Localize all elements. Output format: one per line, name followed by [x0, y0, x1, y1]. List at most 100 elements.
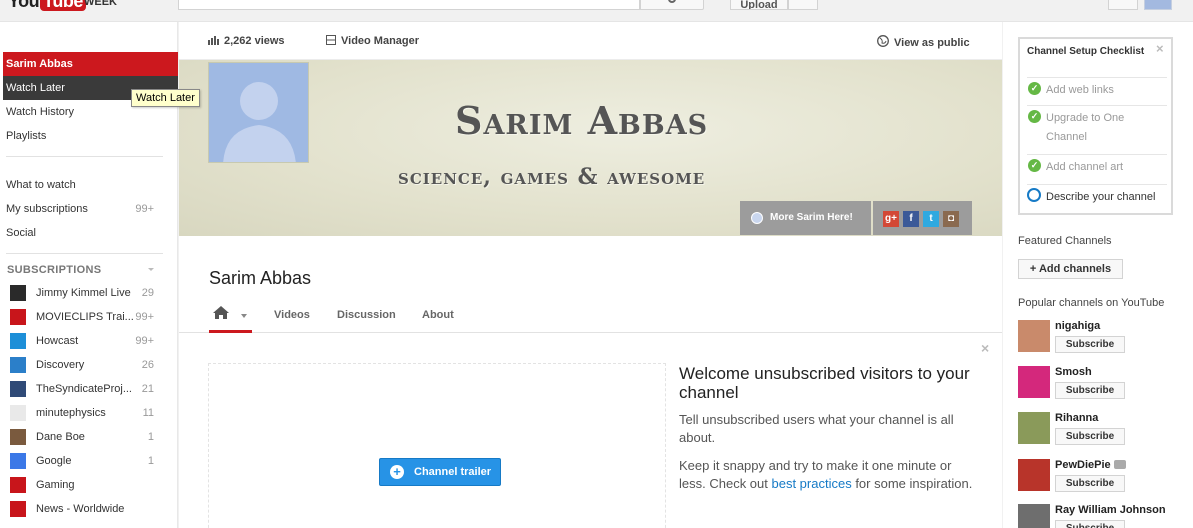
video-manager-icon	[326, 35, 336, 45]
channel-main: 2,262 views Video Manager View as public…	[179, 22, 1002, 528]
search-input[interactable]	[178, 0, 640, 10]
video-manager-link[interactable]: Video Manager	[326, 35, 419, 47]
subscription-item[interactable]: Google 1	[3, 449, 163, 473]
subscribe-button[interactable]: Subscribe	[1055, 336, 1125, 353]
checklist-item-one-channel[interactable]: ✓ Upgrade to One Channel	[1027, 105, 1167, 153]
channel-thumbnail	[10, 309, 26, 325]
checklist-item-web-links[interactable]: ✓ Add web links	[1027, 77, 1167, 104]
subscription-count: 1	[147, 455, 154, 467]
subscription-count: 99+	[135, 311, 154, 323]
subscription-item[interactable]: Dane Boe 1	[3, 425, 163, 449]
popular-channel-label: Ray William Johnson	[1055, 504, 1166, 516]
guide-divider	[6, 156, 163, 157]
checklist-item-describe[interactable]: Describe your channel	[1027, 184, 1167, 212]
subscribe-button[interactable]: Subscribe	[1055, 475, 1125, 492]
tab-discussion[interactable]: Discussion	[337, 309, 396, 321]
tab-home[interactable]	[209, 300, 252, 333]
banner-subtitle: science, games & awesome	[398, 164, 706, 190]
guide-item-playlists[interactable]: Playlists	[3, 124, 178, 148]
channel-avatar[interactable]	[208, 62, 309, 163]
guide-item-my-channel[interactable]: Sarim Abbas	[3, 52, 178, 76]
check-icon: ✓	[1028, 110, 1041, 123]
channel-thumbnail[interactable]	[1018, 320, 1050, 352]
best-practices-link[interactable]: best practices	[772, 476, 852, 491]
popular-channel: PewDiePie Subscribe	[1018, 459, 1193, 499]
upload-menu-button[interactable]	[788, 0, 818, 10]
chevron-down-icon[interactable]	[241, 314, 247, 318]
social-links: g+ f t ◘	[873, 201, 972, 235]
subscription-item[interactable]: Howcast 99+	[3, 329, 163, 353]
add-channels-button[interactable]: + Add channels	[1018, 259, 1123, 279]
popular-channel-name[interactable]: Ray William Johnson	[1055, 504, 1166, 516]
logo-tag: WEEK	[84, 0, 117, 8]
right-sidebar: Channel Setup Checklist × ✓ Add web links…	[1003, 22, 1193, 528]
subscription-item[interactable]: MOVIECLIPS Trai... 99+	[3, 305, 163, 329]
guide-item-what-to-watch[interactable]: What to watch	[3, 173, 178, 197]
popular-channel-name[interactable]: Rihanna	[1055, 412, 1098, 424]
subscription-item[interactable]: News - Worldwide	[3, 497, 163, 521]
close-icon[interactable]: ×	[1156, 41, 1164, 56]
chevron-down-icon[interactable]	[148, 268, 154, 271]
notifications-button[interactable]	[1108, 0, 1138, 10]
channel-trailer-button[interactable]: + Channel trailer	[379, 458, 501, 486]
popular-channel-label: Smosh	[1055, 366, 1092, 378]
upload-button[interactable]: Upload	[730, 0, 788, 10]
guide-divider	[6, 253, 163, 254]
tab-about[interactable]: About	[422, 309, 454, 321]
subscription-item[interactable]: Jimmy Kimmel Live 29	[3, 281, 163, 305]
channel-thumbnail	[10, 405, 26, 421]
trailer-placeholder: + Channel trailer	[208, 363, 666, 528]
youtube-logo[interactable]: You Tube	[8, 0, 86, 12]
facebook-icon[interactable]: f	[903, 211, 919, 227]
view-as-public-link[interactable]: View as public	[877, 35, 970, 49]
channel-thumbnail[interactable]	[1018, 504, 1050, 528]
subscription-name: News - Worldwide	[36, 503, 125, 515]
channel-tabs: Videos Discussion About	[179, 300, 1002, 333]
subscription-item[interactable]: Discovery 26	[3, 353, 163, 377]
banner-title: Sarim Abbas	[455, 98, 709, 143]
subscriptions-count: 99+	[135, 203, 154, 215]
subscription-name: TheSyndicateProj...	[36, 383, 132, 395]
channel-thumbnail[interactable]	[1018, 412, 1050, 444]
channel-thumbnail[interactable]	[1018, 366, 1050, 398]
popular-channel-name[interactable]: Smosh	[1055, 366, 1092, 378]
account-avatar[interactable]	[1144, 0, 1172, 10]
subscription-item[interactable]: minutephysics 11	[3, 401, 163, 425]
close-icon[interactable]: ×	[981, 340, 989, 356]
subscribe-button[interactable]: Subscribe	[1055, 428, 1125, 445]
channel-thumbnail	[10, 285, 26, 301]
subscribe-button[interactable]: Subscribe	[1055, 382, 1125, 399]
default-avatar-icon	[223, 82, 296, 162]
channel-thumbnail	[10, 453, 26, 469]
search-icon	[668, 0, 676, 3]
channel-thumbnail	[10, 333, 26, 349]
subscription-name: Gaming	[36, 479, 75, 491]
subscription-count: 99+	[135, 335, 154, 347]
instagram-icon[interactable]: ◘	[943, 211, 959, 227]
guide-item-my-subscriptions[interactable]: My subscriptions 99+	[3, 197, 178, 221]
guide-item-social[interactable]: Social	[3, 221, 178, 245]
subscription-item[interactable]: TheSyndicateProj... 21	[3, 377, 163, 401]
welcome-title: Welcome unsubscribed visitors to your ch…	[679, 364, 970, 402]
google-plus-icon[interactable]: g+	[883, 211, 899, 227]
channel-banner[interactable]: Sarim Abbas science, games & awesome Mor…	[179, 60, 1002, 236]
tab-videos[interactable]: Videos	[274, 309, 310, 321]
search-button[interactable]	[640, 0, 704, 10]
views-stat[interactable]: 2,262 views	[208, 35, 285, 47]
popular-channels-heading: Popular channels on YouTube	[1018, 297, 1165, 309]
subscription-name: minutephysics	[36, 407, 106, 419]
featured-channels-heading: Featured Channels	[1018, 235, 1112, 247]
banner-custom-link[interactable]: More Sarim Here!	[740, 201, 871, 235]
popular-channel-name[interactable]: PewDiePie	[1055, 459, 1126, 471]
popular-channel-label: PewDiePie	[1055, 459, 1111, 471]
subscription-item[interactable]: Gaming	[3, 473, 163, 497]
popular-channel-name[interactable]: nigahiga	[1055, 320, 1100, 332]
channel-thumbnail[interactable]	[1018, 459, 1050, 491]
subscribe-button[interactable]: Subscribe	[1055, 520, 1125, 528]
subscriptions-heading: SUBSCRIPTIONS	[7, 264, 102, 276]
channel-stat-bar: 2,262 views Video Manager View as public	[179, 22, 1002, 60]
channel-setup-checklist: Channel Setup Checklist × ✓ Add web links…	[1018, 37, 1173, 215]
popular-channel: nigahiga Subscribe	[1018, 320, 1193, 360]
checklist-item-channel-art[interactable]: ✓ Add channel art	[1027, 154, 1167, 183]
twitter-icon[interactable]: t	[923, 211, 939, 227]
